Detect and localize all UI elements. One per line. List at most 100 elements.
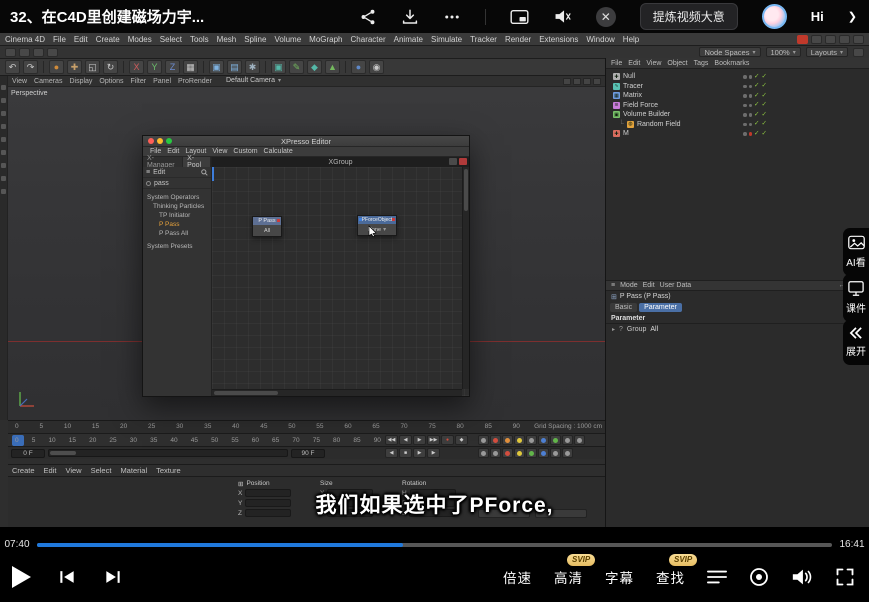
object-row[interactable]: ∿ Tracer ✓✓ — [606, 82, 869, 92]
c4d-menu-item[interactable]: MoGraph — [309, 35, 342, 44]
goto-start-button[interactable]: ◀◀ — [385, 435, 398, 445]
next-episode-button[interactable] — [103, 567, 123, 587]
viewport-menu-item[interactable]: Panel — [153, 78, 171, 85]
axis-z-button[interactable]: Z — [165, 60, 180, 74]
key-toggle[interactable] — [562, 435, 573, 445]
layout-preset-icon[interactable] — [839, 35, 850, 44]
output-port[interactable] — [277, 219, 280, 222]
volume-icon[interactable] — [791, 567, 813, 587]
chevron-right-icon[interactable]: ❯ — [848, 10, 857, 23]
xpresso-menu-item[interactable]: View — [212, 148, 227, 155]
material-menu-item[interactable]: View — [65, 466, 81, 475]
attribute-menu-item[interactable]: Mode — [620, 282, 638, 289]
key-option[interactable] — [538, 448, 549, 458]
tree-item[interactable]: Thinking Particles — [147, 202, 211, 211]
parameter-section-header[interactable]: Parameter — [606, 313, 869, 324]
quality-button[interactable]: SVIP 高清 — [554, 567, 583, 587]
viewport-menu-item[interactable]: Filter — [131, 78, 147, 85]
add-camera-icon[interactable]: ◉ — [369, 60, 384, 74]
node-pforceobject[interactable]: PForceObject None▾ — [357, 215, 397, 236]
stop-button[interactable]: ■ — [399, 448, 412, 458]
goto-next-frame-button[interactable]: ▶ — [427, 448, 440, 458]
play-button[interactable] — [12, 566, 31, 588]
key-toggle[interactable] — [514, 435, 525, 445]
extract-summary-button[interactable]: 提炼视频大意 — [640, 3, 738, 30]
c4d-menu-item[interactable]: Character — [351, 35, 386, 44]
tool-option-icon[interactable] — [33, 48, 44, 57]
material-menu-item[interactable]: Select — [91, 466, 112, 475]
key-option[interactable] — [502, 448, 513, 458]
om-menu-item[interactable]: Tags — [694, 60, 709, 67]
xpresso-canvas[interactable]: P Pass All PForceObject None▾ — [212, 167, 469, 396]
key-toggle[interactable] — [538, 435, 549, 445]
slider-thumb[interactable] — [50, 451, 76, 455]
timeline-ruler[interactable]: 051015202530354045505560657075808590 Gri… — [8, 420, 605, 433]
rotate-tool-icon[interactable]: ↻ — [103, 60, 118, 74]
add-cube-icon[interactable]: ▣ — [271, 60, 286, 74]
viewport-menu-item[interactable]: Options — [99, 78, 123, 85]
close-button[interactable]: ✕ — [596, 7, 616, 27]
om-menu-item[interactable]: Edit — [628, 60, 640, 67]
view-toggle-icon[interactable] — [583, 78, 591, 85]
key-toggle[interactable] — [574, 435, 585, 445]
layout-preset-icon[interactable] — [811, 35, 822, 44]
share-icon[interactable] — [359, 8, 377, 26]
c4d-menu-item[interactable]: Window — [586, 35, 614, 44]
c4d-menu-item[interactable]: Create — [96, 35, 120, 44]
window-minimize-icon[interactable] — [157, 138, 163, 144]
tree-item[interactable]: System Operators — [147, 193, 211, 202]
layouts-select[interactable]: Layouts▾ — [806, 47, 848, 57]
key-option[interactable] — [514, 448, 525, 458]
attribute-menu-item[interactable]: Edit — [643, 282, 655, 289]
xpresso-menu-item[interactable]: File — [150, 148, 161, 155]
speed-button[interactable]: 倍速 — [503, 567, 532, 587]
key-option[interactable] — [478, 448, 489, 458]
find-button[interactable]: SVIP 查找 — [656, 567, 685, 587]
om-menu-item[interactable]: File — [611, 60, 622, 67]
layout-preset-icon[interactable] — [825, 35, 836, 44]
add-volume-icon[interactable]: ◆ — [307, 60, 322, 74]
viewport-label[interactable]: Perspective — [11, 90, 48, 97]
render-to-pv-icon[interactable]: ▤ — [227, 60, 242, 74]
viewport-menu-item[interactable]: Cameras — [34, 78, 62, 85]
more-icon[interactable] — [443, 8, 461, 26]
axis-y-button[interactable]: Y — [147, 60, 162, 74]
add-spline-icon[interactable]: ✎ — [289, 60, 304, 74]
viewport-menu-item[interactable]: View — [12, 78, 27, 85]
progress-bar[interactable] — [37, 543, 832, 547]
goto-prev-frame-button[interactable]: ◀ — [385, 448, 398, 458]
object-row[interactable]: ▦ Matrix ✓✓ — [606, 91, 869, 101]
expand-icon[interactable]: ▸ — [612, 326, 615, 333]
object-row[interactable]: ✚ Null ✓✓ — [606, 72, 869, 82]
c4d-menu-item[interactable]: Volume — [274, 35, 301, 44]
mode-strip[interactable] — [0, 76, 8, 420]
material-menu-item[interactable]: Create — [12, 466, 35, 475]
c4d-menu-item[interactable]: Cinema 4D — [5, 35, 45, 44]
add-sky-icon[interactable]: ● — [351, 60, 366, 74]
group-value[interactable]: All — [650, 326, 658, 333]
key-option[interactable] — [526, 448, 537, 458]
tab-x-pool[interactable]: X-Pool — [183, 157, 211, 167]
courseware-button[interactable]: 课件 — [843, 274, 869, 322]
notification-icon[interactable] — [797, 35, 808, 44]
material-menu-item[interactable]: Material — [120, 466, 147, 475]
xpresso-menu-item[interactable]: Edit — [167, 148, 179, 155]
xgroup-settings-icon[interactable] — [449, 158, 457, 165]
xgroup-header[interactable]: XGroup — [212, 157, 469, 167]
tree-item[interactable]: TP Initiator — [147, 211, 211, 220]
greeting-label[interactable]: Hi — [811, 9, 824, 24]
xpresso-menu-item[interactable]: Custom — [233, 148, 257, 155]
input-port[interactable] — [359, 218, 362, 221]
xpool-search-row[interactable]: pass — [143, 178, 211, 189]
c4d-menu-item[interactable]: Help — [623, 35, 639, 44]
c4d-menu-item[interactable]: Modes — [128, 35, 152, 44]
tool-option-icon[interactable] — [5, 48, 16, 57]
screen-record-icon[interactable] — [749, 567, 769, 587]
key-toggle[interactable] — [478, 435, 489, 445]
redo-icon[interactable]: ↷ — [23, 60, 38, 74]
object-row[interactable]: ✚ M ✓✓ — [606, 129, 869, 139]
viewport-menu-item[interactable]: ProRender — [178, 78, 212, 85]
previous-episode-button[interactable] — [57, 567, 77, 587]
play-button-mini[interactable]: ▶ — [413, 448, 426, 458]
node-p-pass[interactable]: P Pass All — [252, 216, 282, 237]
